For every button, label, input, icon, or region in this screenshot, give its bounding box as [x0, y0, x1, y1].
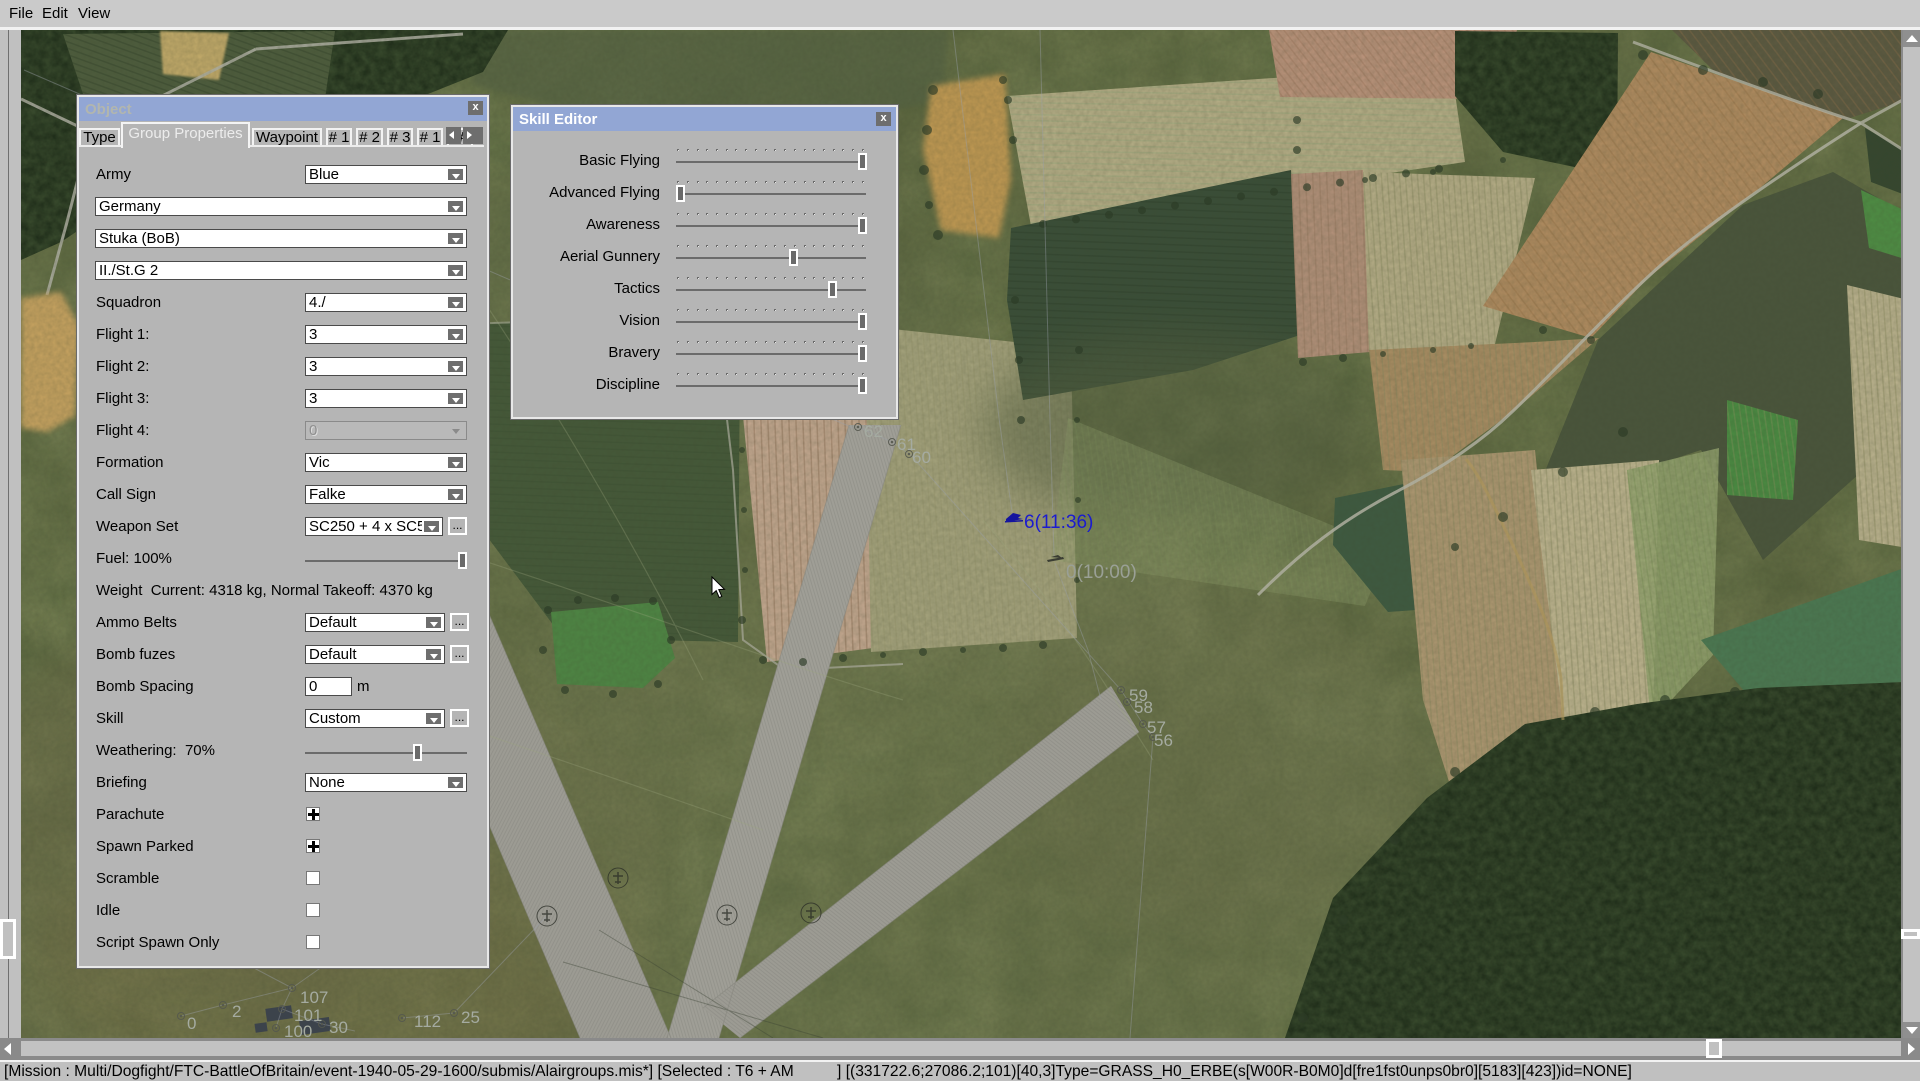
svg-text:107: 107	[300, 988, 328, 1007]
svg-text:112: 112	[414, 1012, 441, 1031]
svg-text:60: 60	[912, 448, 931, 467]
svg-text:58: 58	[1134, 698, 1153, 717]
svg-text:6(11:36): 6(11:36)	[1024, 512, 1093, 533]
svg-text:30: 30	[329, 1018, 348, 1037]
svg-text:56: 56	[1154, 731, 1173, 750]
svg-text:100: 100	[284, 1022, 312, 1038]
svg-text:0: 0	[187, 1014, 196, 1033]
svg-text:0(10:00): 0(10:00)	[1066, 562, 1137, 583]
svg-text:2: 2	[232, 1002, 241, 1021]
svg-text:62: 62	[864, 422, 883, 441]
svg-text:25: 25	[461, 1008, 480, 1027]
